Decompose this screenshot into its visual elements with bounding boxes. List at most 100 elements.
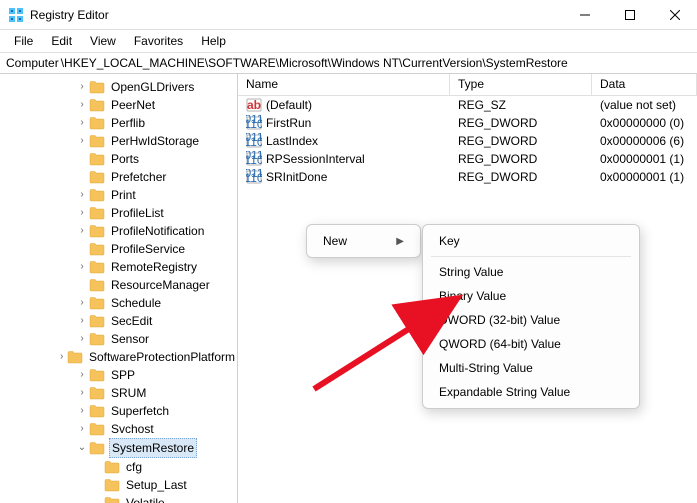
tree-item[interactable]: ›Ports (0, 150, 237, 168)
tree-item-label: Sensor (109, 330, 151, 348)
tree-item[interactable]: ›SPP (0, 366, 237, 384)
binary-value-icon: 011110 (246, 151, 262, 167)
expand-icon[interactable]: › (75, 258, 89, 276)
close-button[interactable] (652, 0, 697, 30)
tree-panel[interactable]: ›OpenGLDrivers›PeerNet›Perflib›PerHwIdSt… (0, 74, 238, 503)
tree-item-label: Prefetcher (109, 168, 168, 186)
value-data: 0x00000001 (1) (592, 152, 697, 166)
menu-help[interactable]: Help (193, 32, 234, 50)
menu-edit[interactable]: Edit (43, 32, 80, 50)
value-row[interactable]: 011110LastIndexREG_DWORD0x00000006 (6) (238, 132, 697, 150)
value-type: REG_DWORD (450, 116, 592, 130)
tree-item[interactable]: ›ResourceManager (0, 276, 237, 294)
expand-icon[interactable]: › (75, 132, 89, 150)
tree-item-label: SoftwareProtectionPlatform (87, 348, 237, 366)
col-name-header[interactable]: Name (238, 74, 450, 95)
titlebar: Registry Editor (0, 0, 697, 30)
tree-item[interactable]: ›Prefetcher (0, 168, 237, 186)
value-row[interactable]: 011110RPSessionIntervalREG_DWORD0x000000… (238, 150, 697, 168)
tree-item[interactable]: ›OpenGLDrivers (0, 78, 237, 96)
tree-item[interactable]: › SoftwareProtectionPlatform (0, 348, 237, 366)
tree-item[interactable]: ›cfg (0, 458, 237, 476)
value-type: REG_SZ (450, 98, 592, 112)
col-type-header[interactable]: Type (450, 74, 592, 95)
expand-icon[interactable]: › (75, 420, 89, 438)
tree-item[interactable]: ›ProfileService (0, 240, 237, 258)
expand-icon[interactable]: › (75, 330, 89, 348)
menu-favorites[interactable]: Favorites (126, 32, 191, 50)
expand-icon[interactable]: › (75, 384, 89, 402)
value-row[interactable]: ab(Default)REG_SZ(value not set) (238, 96, 697, 114)
folder-icon (89, 314, 105, 328)
tree-item[interactable]: ›Volatile (0, 494, 237, 503)
ctx-dword[interactable]: DWORD (32-bit) Value (423, 308, 639, 332)
ctx-new[interactable]: New ▶ (307, 229, 420, 253)
tree-item[interactable]: ›Print (0, 186, 237, 204)
tree-item[interactable]: ⌄SystemRestore (0, 438, 237, 458)
ctx-qword[interactable]: QWORD (64-bit) Value (423, 332, 639, 356)
tree-item-label: SRUM (109, 384, 148, 402)
collapse-icon[interactable]: ⌄ (75, 439, 89, 457)
folder-icon (89, 422, 105, 436)
tree-item[interactable]: › Sensor (0, 330, 237, 348)
value-row[interactable]: 011110SRInitDoneREG_DWORD0x00000001 (1) (238, 168, 697, 186)
folder-icon (89, 441, 105, 455)
ctx-key[interactable]: Key (423, 229, 639, 253)
expand-icon[interactable]: › (75, 222, 89, 240)
context-submenu: Key String Value Binary Value DWORD (32-… (422, 224, 640, 409)
tree-item[interactable]: › Svchost (0, 420, 237, 438)
tree-item-label: Superfetch (109, 402, 171, 420)
address-path: \HKEY_LOCAL_MACHINE\SOFTWARE\Microsoft\W… (61, 56, 691, 70)
values-panel[interactable]: Name Type Data ab(Default)REG_SZ(value n… (238, 74, 697, 503)
tree-item[interactable]: ›Perflib (0, 114, 237, 132)
expand-icon[interactable]: › (75, 294, 89, 312)
folder-icon (89, 296, 105, 310)
expand-icon[interactable]: › (75, 96, 89, 114)
folder-icon (89, 206, 105, 220)
folder-icon (89, 134, 105, 148)
col-data-header[interactable]: Data (592, 74, 697, 95)
expand-icon[interactable]: › (75, 78, 89, 96)
minimize-button[interactable] (562, 0, 607, 30)
tree-item[interactable]: ›Setup_Last (0, 476, 237, 494)
expand-icon[interactable]: › (75, 402, 89, 420)
values-header[interactable]: Name Type Data (238, 74, 697, 96)
tree-item[interactable]: ›ProfileNotification (0, 222, 237, 240)
value-name: FirstRun (266, 116, 311, 130)
folder-icon (89, 98, 105, 112)
expand-icon[interactable]: › (56, 348, 67, 366)
tree-item[interactable]: › SRUM (0, 384, 237, 402)
expand-icon[interactable]: › (75, 186, 89, 204)
maximize-button[interactable] (607, 0, 652, 30)
ctx-multi[interactable]: Multi-String Value (423, 356, 639, 380)
menu-file[interactable]: File (6, 32, 41, 50)
tree-item[interactable]: ›PerHwIdStorage (0, 132, 237, 150)
value-row[interactable]: 011110FirstRunREG_DWORD0x00000000 (0) (238, 114, 697, 132)
value-name: SRInitDone (266, 170, 327, 184)
value-data: (value not set) (592, 98, 697, 112)
ctx-binary[interactable]: Binary Value (423, 284, 639, 308)
folder-icon (104, 460, 120, 474)
folder-icon (89, 170, 105, 184)
string-value-icon: ab (246, 97, 262, 113)
folder-icon (89, 152, 105, 166)
svg-text:110: 110 (246, 153, 262, 167)
expand-icon[interactable]: › (75, 114, 89, 132)
value-type: REG_DWORD (450, 170, 592, 184)
tree-item[interactable]: ›PeerNet (0, 96, 237, 114)
expand-icon[interactable]: › (75, 366, 89, 384)
ctx-new-label: New (323, 234, 347, 248)
tree-item[interactable]: ›SecEdit (0, 312, 237, 330)
tree-item[interactable]: ›Schedule (0, 294, 237, 312)
folder-icon (104, 496, 120, 503)
tree-item[interactable]: ›ProfileList (0, 204, 237, 222)
tree-item-label: Svchost (109, 420, 156, 438)
ctx-expand[interactable]: Expandable String Value (423, 380, 639, 404)
address-bar[interactable]: Computer \HKEY_LOCAL_MACHINE\SOFTWARE\Mi… (0, 52, 697, 74)
expand-icon[interactable]: › (75, 312, 89, 330)
tree-item[interactable]: ›RemoteRegistry (0, 258, 237, 276)
ctx-string[interactable]: String Value (423, 260, 639, 284)
expand-icon[interactable]: › (75, 204, 89, 222)
tree-item[interactable]: › Superfetch (0, 402, 237, 420)
menu-view[interactable]: View (82, 32, 124, 50)
